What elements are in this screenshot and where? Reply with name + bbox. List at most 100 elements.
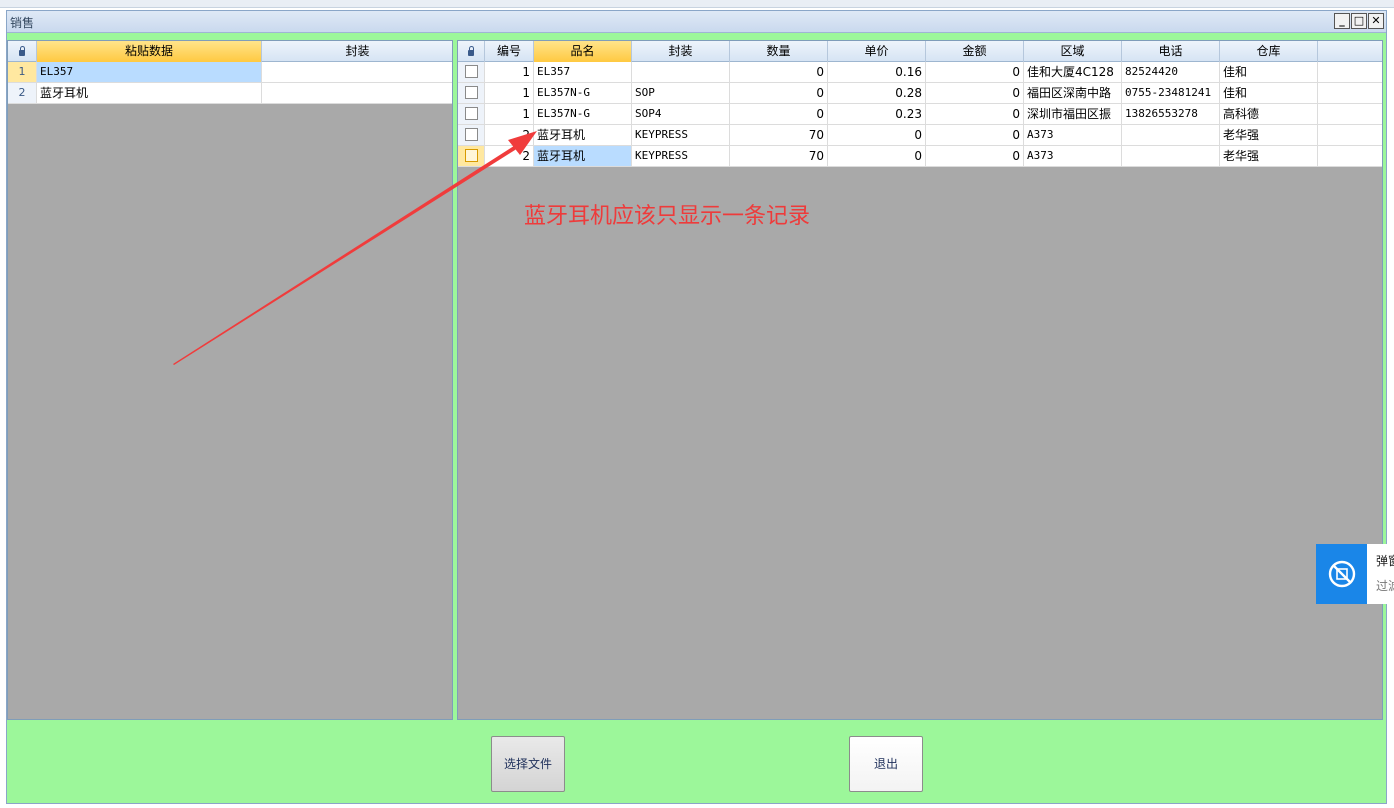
cell-amount[interactable]: 0 xyxy=(926,62,1024,82)
header-region[interactable]: 区域 xyxy=(1024,41,1122,62)
cell-package[interactable] xyxy=(262,83,452,103)
exit-button[interactable]: 退出 xyxy=(849,736,923,792)
header-package[interactable]: 封装 xyxy=(262,41,452,62)
cell-id[interactable]: 1 xyxy=(485,62,534,82)
cell-phone[interactable]: 0755-23481241 xyxy=(1122,83,1220,103)
cell-phone[interactable]: 13826553278 xyxy=(1122,104,1220,124)
cell-amount[interactable]: 0 xyxy=(926,146,1024,166)
row-number[interactable]: 1 xyxy=(8,62,37,82)
header-name[interactable]: 品名 xyxy=(534,41,632,62)
cell-unit-price[interactable]: 0.28 xyxy=(828,83,926,103)
annotation-text: 蓝牙耳机应该只显示一条记录 xyxy=(524,204,811,229)
sales-results-grid[interactable]: 编号 品名 封装 数量 单价 金额 区域 电话 仓库 备注 1 EL357 0 … xyxy=(457,40,1383,720)
column-lock-icon[interactable] xyxy=(458,41,485,62)
table-row[interactable]: 2 蓝牙耳机 xyxy=(8,83,452,104)
cell-package[interactable] xyxy=(262,62,452,82)
cell-quantity[interactable]: 0 xyxy=(730,62,828,82)
row-checkbox-cell[interactable] xyxy=(458,83,485,103)
cell-note[interactable] xyxy=(1318,146,1382,166)
row-number[interactable]: 2 xyxy=(8,83,37,103)
cell-quantity[interactable]: 70 xyxy=(730,125,828,145)
cell-paste-data[interactable]: EL357 xyxy=(37,62,262,82)
close-button[interactable]: ✕ xyxy=(1368,13,1384,29)
cell-amount[interactable]: 0 xyxy=(926,104,1024,124)
cell-warehouse[interactable]: 老华强 xyxy=(1220,125,1318,145)
popup-blocker-toast[interactable]: 弹窗拦截 过滤 xyxy=(1316,544,1394,604)
row-checkbox[interactable] xyxy=(464,107,478,120)
header-id[interactable]: 编号 xyxy=(485,41,534,62)
cell-paste-data[interactable]: 蓝牙耳机 xyxy=(37,83,262,103)
cell-phone[interactable] xyxy=(1122,146,1220,166)
sales-window: 销售 _ □ ✕ 粘贴数据 封装 1 EL357 2 蓝牙耳机 编号 品名 封装… xyxy=(6,10,1387,804)
table-row[interactable]: 1 EL357N-G SOP 0 0.28 0 福田区深南中路 0755-234… xyxy=(458,83,1382,104)
row-checkbox-cell[interactable] xyxy=(458,62,485,82)
cell-quantity[interactable]: 0 xyxy=(730,83,828,103)
cell-note[interactable] xyxy=(1318,62,1382,82)
cell-package[interactable]: KEYPRESS xyxy=(632,146,730,166)
table-row[interactable]: 1 EL357 xyxy=(8,62,452,83)
row-checkbox-cell[interactable] xyxy=(458,104,485,124)
cell-warehouse[interactable]: 佳和 xyxy=(1220,62,1318,82)
maximize-button[interactable]: □ xyxy=(1351,13,1367,29)
header-note[interactable]: 备注 xyxy=(1318,41,1382,62)
cell-region[interactable]: 福田区深南中路 xyxy=(1024,83,1122,103)
cell-warehouse[interactable]: 老华强 xyxy=(1220,146,1318,166)
row-checkbox[interactable] xyxy=(464,128,478,141)
cell-note[interactable] xyxy=(1318,104,1382,124)
popup-title: 弹窗拦截 xyxy=(1376,554,1394,568)
cell-unit-price[interactable]: 0.16 xyxy=(828,62,926,82)
cell-region[interactable]: 深圳市福田区振 xyxy=(1024,104,1122,124)
header-phone[interactable]: 电话 xyxy=(1122,41,1220,62)
header-amount[interactable]: 金额 xyxy=(926,41,1024,62)
cell-note[interactable] xyxy=(1318,125,1382,145)
select-file-button[interactable]: 选择文件 xyxy=(491,736,565,792)
table-row[interactable]: 2 蓝牙耳机 KEYPRESS 70 0 0 A373 老华强 xyxy=(458,146,1382,167)
cell-unit-price[interactable]: 0 xyxy=(828,146,926,166)
cell-warehouse[interactable]: 高科德 xyxy=(1220,104,1318,124)
cell-region[interactable]: 佳和大厦4C128 xyxy=(1024,62,1122,82)
table-row[interactable]: 2 蓝牙耳机 KEYPRESS 70 0 0 A373 老华强 xyxy=(458,125,1382,146)
cell-name[interactable]: EL357N-G xyxy=(534,104,632,124)
cell-id[interactable]: 2 xyxy=(485,125,534,145)
cell-amount[interactable]: 0 xyxy=(926,125,1024,145)
cell-package[interactable] xyxy=(632,62,730,82)
paste-grid-rows: 1 EL357 2 蓝牙耳机 xyxy=(8,62,452,104)
row-checkbox[interactable] xyxy=(464,149,478,162)
cell-unit-price[interactable]: 0.23 xyxy=(828,104,926,124)
row-checkbox-cell[interactable] xyxy=(458,146,485,166)
cell-name[interactable]: 蓝牙耳机 xyxy=(534,146,632,166)
cell-package[interactable]: SOP4 xyxy=(632,104,730,124)
header-quantity[interactable]: 数量 xyxy=(730,41,828,62)
paste-data-grid[interactable]: 粘贴数据 封装 1 EL357 2 蓝牙耳机 xyxy=(7,40,453,720)
cell-id[interactable]: 2 xyxy=(485,146,534,166)
cell-warehouse[interactable]: 佳和 xyxy=(1220,83,1318,103)
cell-region[interactable]: A373 xyxy=(1024,125,1122,145)
cell-amount[interactable]: 0 xyxy=(926,83,1024,103)
cell-name[interactable]: EL357N-G xyxy=(534,83,632,103)
header-package[interactable]: 封装 xyxy=(632,41,730,62)
cell-quantity[interactable]: 0 xyxy=(730,104,828,124)
table-row[interactable]: 1 EL357 0 0.16 0 佳和大厦4C128 82524420 佳和 xyxy=(458,62,1382,83)
cell-unit-price[interactable]: 0 xyxy=(828,125,926,145)
cell-name[interactable]: 蓝牙耳机 xyxy=(534,125,632,145)
cell-phone[interactable] xyxy=(1122,125,1220,145)
cell-quantity[interactable]: 70 xyxy=(730,146,828,166)
header-unit-price[interactable]: 单价 xyxy=(828,41,926,62)
cell-package[interactable]: SOP xyxy=(632,83,730,103)
block-icon xyxy=(1316,544,1367,604)
cell-name[interactable]: EL357 xyxy=(534,62,632,82)
row-checkbox-cell[interactable] xyxy=(458,125,485,145)
cell-id[interactable]: 1 xyxy=(485,104,534,124)
cell-phone[interactable]: 82524420 xyxy=(1122,62,1220,82)
row-checkbox[interactable] xyxy=(464,65,478,78)
column-lock-icon[interactable] xyxy=(8,41,37,62)
header-paste-data[interactable]: 粘贴数据 xyxy=(37,41,262,62)
row-checkbox[interactable] xyxy=(464,86,478,99)
cell-region[interactable]: A373 xyxy=(1024,146,1122,166)
table-row[interactable]: 1 EL357N-G SOP4 0 0.23 0 深圳市福田区振 1382655… xyxy=(458,104,1382,125)
header-warehouse[interactable]: 仓库 xyxy=(1220,41,1318,62)
cell-id[interactable]: 1 xyxy=(485,83,534,103)
minimize-button[interactable]: _ xyxy=(1334,13,1350,29)
cell-package[interactable]: KEYPRESS xyxy=(632,125,730,145)
cell-note[interactable] xyxy=(1318,83,1382,103)
